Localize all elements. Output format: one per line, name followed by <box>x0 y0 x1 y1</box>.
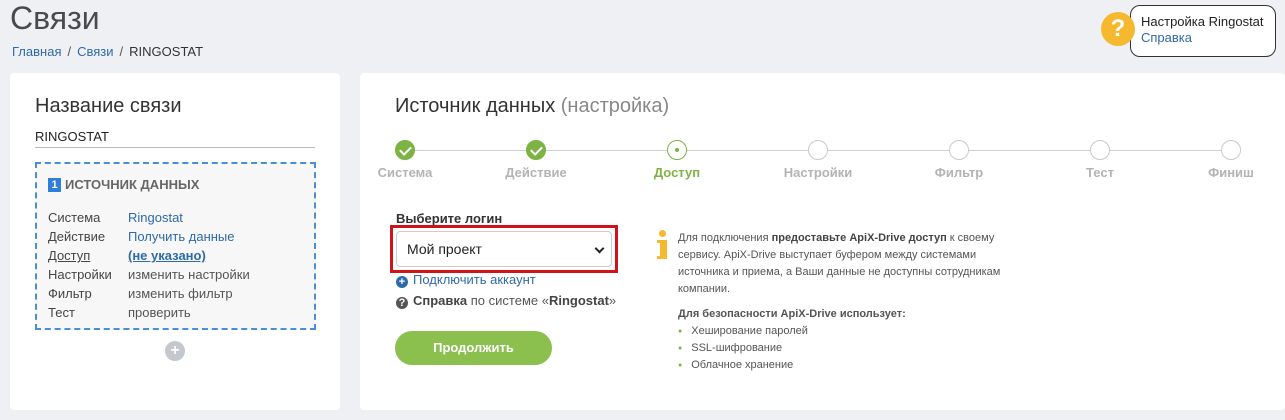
check-icon <box>395 140 415 160</box>
security-list: Хеширование паролей SSL-шифрование Облач… <box>678 323 808 374</box>
plus-circle-icon: + <box>396 276 408 288</box>
data-source-heading-text: ИСТОЧНИК ДАННЫХ <box>65 177 200 192</box>
connection-panel: Название связи RINGOSTAT 1 ИСТОЧНИК ДАННЫ… <box>10 73 340 410</box>
source-row-settings: Настройки изменить настройки <box>48 265 250 284</box>
row-key: Действие <box>48 229 106 244</box>
pending-step-icon <box>808 140 828 160</box>
question-circle-icon[interactable]: ? <box>1101 12 1135 46</box>
data-source-rows: Система Ringostat Действие Получить данные… <box>48 208 250 322</box>
step-system[interactable]: Система <box>355 140 455 180</box>
info-text: Для подключения предоставьте ApiX-Drive … <box>678 230 1028 298</box>
info-icon <box>657 230 667 260</box>
row-key: Настройки <box>48 267 112 282</box>
help-box[interactable]: Настройка Ringostat Справка <box>1130 5 1276 57</box>
step-number-badge: 1 <box>48 178 61 192</box>
breadcrumb-separator: / <box>119 44 124 59</box>
step-label: Действие <box>505 165 567 180</box>
step-label: Доступ <box>653 165 701 180</box>
help-title: Настройка Ringostat <box>1141 14 1264 29</box>
question-circle-icon: ? <box>396 297 408 309</box>
breadcrumb-home[interactable]: Главная <box>12 44 61 59</box>
connection-title: Название связи <box>35 95 182 117</box>
connect-account-text: Подключить аккаунт <box>413 272 536 287</box>
continue-button[interactable]: Продолжить <box>395 331 552 365</box>
breadcrumb-connections[interactable]: Связи <box>77 44 113 59</box>
data-source-box: 1 ИСТОЧНИК ДАННЫХ Система Ringostat Действ… <box>35 162 316 330</box>
check-icon <box>526 140 546 160</box>
list-item: SSL-шифрование <box>678 340 808 357</box>
row-key: Фильтр <box>48 286 92 301</box>
source-row-access: Доступ (не указано) <box>48 246 250 265</box>
info-text-bold: предоставьте ApiX-Drive доступ <box>771 232 947 244</box>
security-title: Для безопасности ApiX-Drive использует: <box>678 308 906 320</box>
step-label: Система <box>377 165 433 180</box>
login-select-highlight: Мой проект <box>390 225 618 273</box>
login-select[interactable]: Мой проект <box>396 231 612 267</box>
row-value[interactable]: изменить фильтр <box>128 286 233 301</box>
login-select-value: Мой проект <box>407 241 482 257</box>
help-link-text: по системе « <box>470 293 549 308</box>
breadcrumb: Главная / Связи / RINGOSTAT <box>12 44 203 59</box>
row-value[interactable]: (не указано) <box>128 248 206 263</box>
source-row-action: Действие Получить данные <box>48 227 250 246</box>
page-title: Связи <box>10 0 100 36</box>
pending-step-icon <box>1221 140 1241 160</box>
connection-name-field[interactable]: RINGOSTAT <box>35 129 315 148</box>
help-link-bold: Справка <box>413 293 468 308</box>
data-source-heading: 1 ИСТОЧНИК ДАННЫХ <box>48 177 199 192</box>
row-value[interactable]: проверить <box>128 305 191 320</box>
help-link[interactable]: Справка <box>1141 30 1265 45</box>
row-key: Доступ <box>48 248 91 263</box>
source-row-filter: Фильтр изменить фильтр <box>48 284 250 303</box>
step-label: Настройки <box>783 165 853 180</box>
source-row-test: Тест проверить <box>48 303 250 322</box>
row-key: Система <box>48 210 101 225</box>
info-text-start: Для подключения <box>678 232 772 244</box>
step-test[interactable]: Тест <box>1050 140 1150 180</box>
pending-step-icon <box>1090 140 1110 160</box>
step-settings[interactable]: Настройки <box>768 140 868 180</box>
step-label: Фильтр <box>934 165 984 180</box>
step-access[interactable]: Доступ <box>627 140 727 180</box>
settings-panel: Источник данных (настройка) Система Дейс… <box>360 73 1285 410</box>
step-filter[interactable]: Фильтр <box>909 140 1009 180</box>
connect-account-link[interactable]: + Подключить аккаунт <box>396 272 536 288</box>
add-step-button[interactable]: + <box>165 341 185 361</box>
step-label: Тест <box>1086 165 1114 180</box>
step-finish[interactable]: Финиш <box>1181 140 1281 180</box>
pending-step-icon <box>949 140 969 160</box>
step-label: Финиш <box>1208 165 1254 180</box>
settings-title-main: Источник данных <box>395 95 556 117</box>
help-link-end: » <box>608 293 617 308</box>
list-item: Хеширование паролей <box>678 323 808 340</box>
breadcrumb-separator: / <box>67 44 72 59</box>
row-value[interactable]: Ringostat <box>128 210 183 225</box>
settings-title: Источник данных (настройка) <box>395 95 669 118</box>
step-action[interactable]: Действие <box>486 140 586 180</box>
row-value[interactable]: Получить данные <box>128 229 235 244</box>
help-link-system: Ringostat <box>548 293 609 308</box>
row-key: Тест <box>48 305 75 320</box>
settings-title-sub: (настройка) <box>560 95 670 117</box>
breadcrumb-current: RINGOSTAT <box>129 44 204 59</box>
row-value[interactable]: изменить настройки <box>128 267 250 282</box>
list-item: Облачное хранение <box>678 357 808 374</box>
current-step-icon <box>667 140 687 160</box>
chevron-down-icon <box>594 243 605 254</box>
login-label: Выберите логин <box>396 211 503 226</box>
source-row-system: Система Ringostat <box>48 208 250 227</box>
help-system-link[interactable]: ? Справка по системе «Ringostat» <box>396 293 616 309</box>
